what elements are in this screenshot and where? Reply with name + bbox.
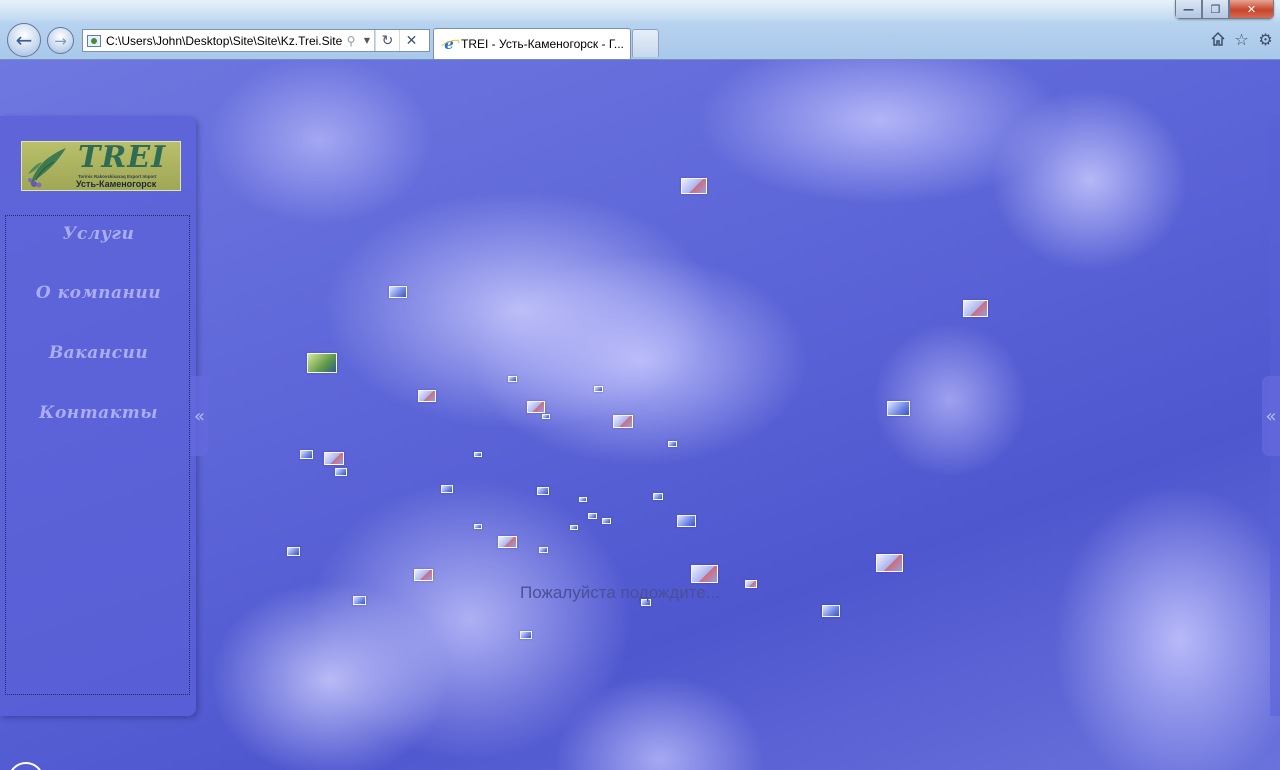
floating-photo [668, 441, 677, 447]
tab-title: TREI - Усть-Каменогорск - Г... [461, 37, 624, 51]
floating-photo [594, 386, 603, 392]
floating-photo [527, 401, 545, 413]
menu-item-contacts[interactable]: Контакты [6, 403, 191, 423]
floating-photo [588, 513, 597, 519]
main-menu: Услуги О компании Вакансии Контакты [5, 215, 190, 695]
floating-photo [653, 493, 663, 500]
floating-photo [570, 525, 578, 530]
floating-photo [335, 468, 347, 476]
floating-photo [579, 497, 587, 502]
menu-item-about[interactable]: О компании [6, 283, 191, 303]
floating-photo [508, 376, 517, 382]
floating-photo [418, 390, 436, 402]
floating-photo [353, 596, 366, 605]
logo-city: Усть-Каменогорск [76, 179, 157, 189]
floating-photo [691, 565, 718, 583]
floating-photo [963, 300, 988, 317]
page-viewport: Пожалуйста подождите... TREI Torinis Rak… [0, 60, 1280, 770]
floating-photo [539, 547, 548, 553]
command-icons: ☆ ⚙ [1209, 30, 1274, 49]
floating-photo [307, 353, 337, 373]
floating-photo [745, 580, 757, 588]
double-chevron-left-icon: « [1265, 405, 1277, 427]
maximize-button[interactable]: ❐ [1202, 0, 1229, 19]
floating-photo [681, 178, 707, 194]
floating-photo [602, 518, 611, 524]
refresh-icon[interactable]: ↻ [375, 30, 399, 51]
left-sidebar: TREI Torinis Rakovskisaraq Export Import… [0, 116, 196, 716]
floating-photo [520, 631, 532, 639]
star-icon[interactable]: ☆ [1233, 30, 1250, 49]
minimize-button[interactable]: — [1175, 0, 1202, 19]
window-controls: — ❐ ✕ [1175, 0, 1274, 19]
right-panel-toggle-button[interactable]: « [1262, 376, 1280, 456]
close-button[interactable]: ✕ [1229, 0, 1274, 19]
ie-logo-icon: e [441, 35, 457, 53]
floating-photo [300, 450, 313, 459]
gear-icon[interactable]: ⚙ [1257, 30, 1274, 49]
floating-photo [389, 286, 407, 298]
floating-photo [542, 414, 550, 419]
forward-arrow-icon: → [54, 31, 67, 50]
new-tab-button[interactable] [632, 29, 659, 57]
menu-item-vacancies[interactable]: Вакансии [6, 343, 191, 363]
floating-photo [474, 452, 482, 457]
floating-photo [887, 401, 910, 416]
address-dropdown-icon[interactable]: ▼ [360, 30, 375, 51]
floating-photo [287, 547, 300, 556]
floating-photo [677, 515, 696, 527]
page-favicon-icon [87, 34, 101, 47]
floating-photo [822, 605, 840, 617]
floating-photo [498, 536, 517, 548]
menu-item-services[interactable]: Услуги [6, 224, 191, 244]
loading-message: Пожалуйста подождите... [520, 583, 720, 602]
logo-title: TREI [78, 141, 167, 175]
address-bar[interactable]: C:\Users\John\Desktop\Site\Site\Kz.Trei.… [82, 29, 430, 52]
browser-chrome: — ❐ ✕ ← → C:\Users\John\Desktop\Site\Sit… [0, 0, 1280, 60]
back-arrow-icon: ← [15, 28, 33, 52]
sidebar-collapse-button[interactable]: « [191, 376, 208, 456]
floating-photo [324, 452, 344, 465]
loading-circle-icon [8, 762, 44, 770]
tab-active[interactable]: e TREI - Усть-Каменогорск - Г... [433, 28, 631, 59]
trei-logo[interactable]: TREI Torinis Rakovskisaraq Export Import… [21, 141, 181, 191]
home-icon[interactable] [1209, 30, 1226, 48]
back-button[interactable]: ← [7, 23, 41, 57]
floating-photo [613, 415, 633, 428]
floating-photo [876, 554, 903, 572]
chrome-sheen [0, 0, 1280, 22]
stop-icon[interactable]: ✕ [399, 30, 423, 51]
forward-button[interactable]: → [47, 27, 74, 54]
address-text[interactable]: C:\Users\John\Desktop\Site\Site\Kz.Trei.… [106, 34, 342, 48]
oak-leaf-icon [28, 148, 66, 188]
floating-photo [441, 485, 453, 493]
floating-photo [537, 487, 549, 495]
floating-photo [414, 569, 433, 581]
double-chevron-left-icon: « [193, 405, 205, 427]
floating-photo [474, 524, 482, 529]
search-icon[interactable]: ⚲ [342, 34, 360, 48]
